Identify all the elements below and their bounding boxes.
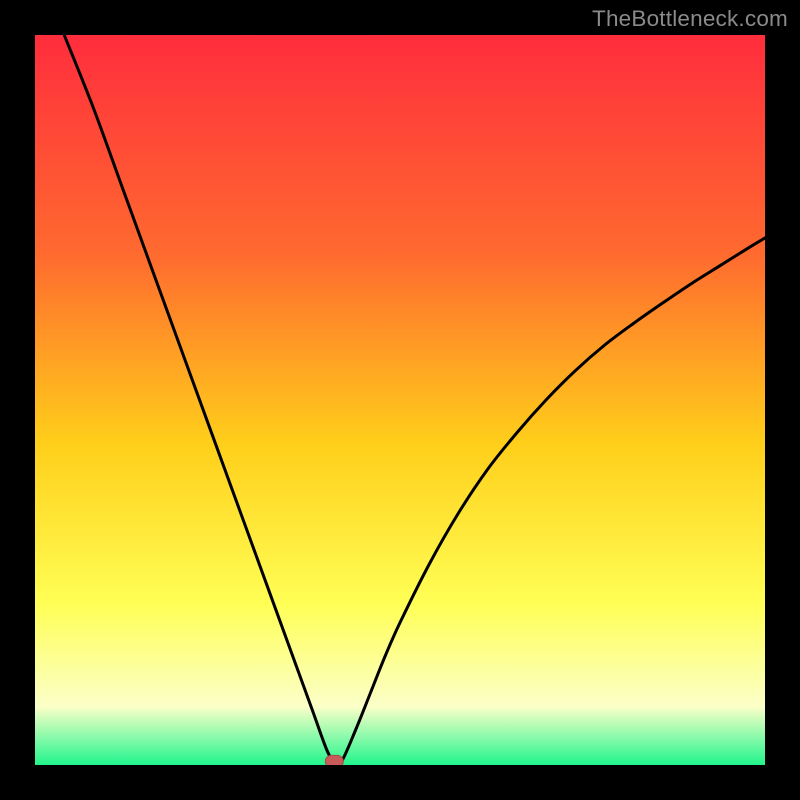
chart-container: TheBottleneck.com [0, 0, 800, 800]
chart-svg [35, 35, 765, 765]
gradient-background [35, 35, 765, 765]
watermark-text: TheBottleneck.com [592, 6, 788, 32]
plot-area [35, 35, 765, 765]
optimum-marker [325, 755, 343, 765]
